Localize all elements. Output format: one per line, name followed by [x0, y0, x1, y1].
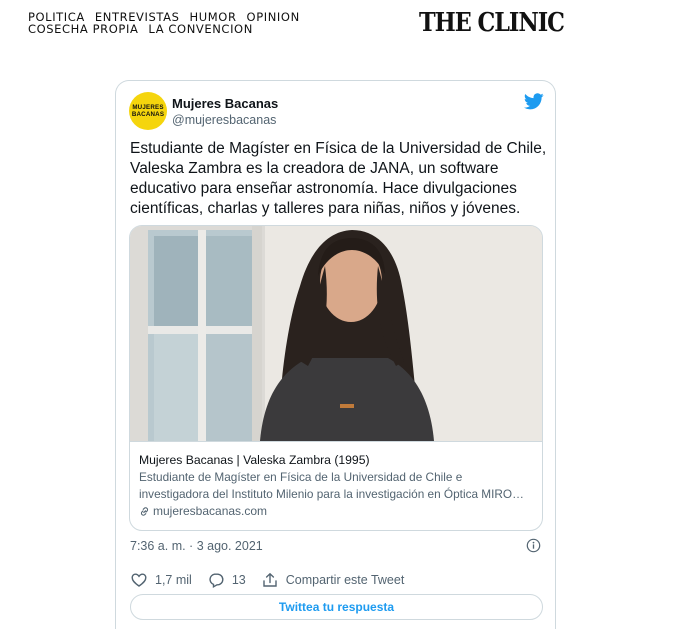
link-preview-description-line2: investigadora del Instituto Milenio para…: [139, 487, 524, 501]
portrait-photo: [130, 226, 542, 441]
link-domain-text: mujeresbacanas.com: [153, 504, 268, 518]
tweet-timestamp[interactable]: 7:36 a. m. · 3 ago. 2021: [130, 539, 263, 553]
share-label: Compartir este Tweet: [285, 573, 405, 587]
link-preview-card[interactable]: Mujeres Bacanas | Valeska Zambra (1995) …: [129, 225, 543, 531]
like-action[interactable]: 1,7 mil: [131, 572, 192, 588]
site-nav: POLITICA ENTREVISTAS HUMOR OPINION COSEC…: [28, 11, 308, 35]
link-icon: [140, 506, 149, 516]
reply-action[interactable]: 13: [208, 572, 246, 588]
tweet-text: Estudiante de Magíster en Física de la U…: [130, 140, 547, 217]
link-preview-title: Mujeres Bacanas | Valeska Zambra (1995): [139, 453, 370, 467]
nav-link-cosecha-propia[interactable]: COSECHA PROPIA: [28, 23, 138, 35]
author-handle[interactable]: @mujeresbacanas: [172, 113, 276, 127]
reply-bubble-icon: [209, 573, 224, 588]
link-preview-image[interactable]: [130, 226, 542, 441]
reply-count: 13: [231, 573, 246, 587]
site-header: POLITICA ENTREVISTAS HUMOR OPINION COSEC…: [0, 0, 696, 60]
tweet-actions: 1,7 mil 13 Compartir este Tweet: [131, 571, 420, 589]
avatar[interactable]: MUJERES BACANAS: [129, 92, 167, 130]
share-icon: [263, 572, 277, 587]
reply-tweet-button[interactable]: Twittea tu respuesta: [130, 594, 543, 620]
link-preview-description-line1: Estudiante de Magíster en Física de la U…: [139, 470, 463, 484]
twitter-bird-icon[interactable]: [524, 93, 544, 110]
heart-icon: [131, 573, 147, 587]
nav-row-bottom: COSECHA PROPIA LA CONVENCION: [28, 23, 308, 35]
share-action[interactable]: Compartir este Tweet: [262, 572, 405, 588]
nav-link-opinion[interactable]: OPINION: [247, 11, 300, 23]
site-logo[interactable]: THE CLINIC: [419, 8, 565, 38]
nav-link-la-convencion[interactable]: LA CONVENCION: [148, 23, 253, 35]
author-name[interactable]: Mujeres Bacanas: [172, 96, 278, 111]
link-preview-domain: mujeresbacanas.com: [139, 503, 535, 519]
avatar-text-line2: BACANAS: [131, 111, 165, 118]
info-icon[interactable]: [526, 538, 541, 553]
like-count: 1,7 mil: [155, 573, 192, 587]
tweet-card: MUJERES BACANAS Mujeres Bacanas @mujeres…: [115, 80, 556, 629]
avatar-text-line1: MUJERES: [132, 104, 164, 111]
link-preview-meta: Mujeres Bacanas | Valeska Zambra (1995) …: [130, 441, 542, 530]
